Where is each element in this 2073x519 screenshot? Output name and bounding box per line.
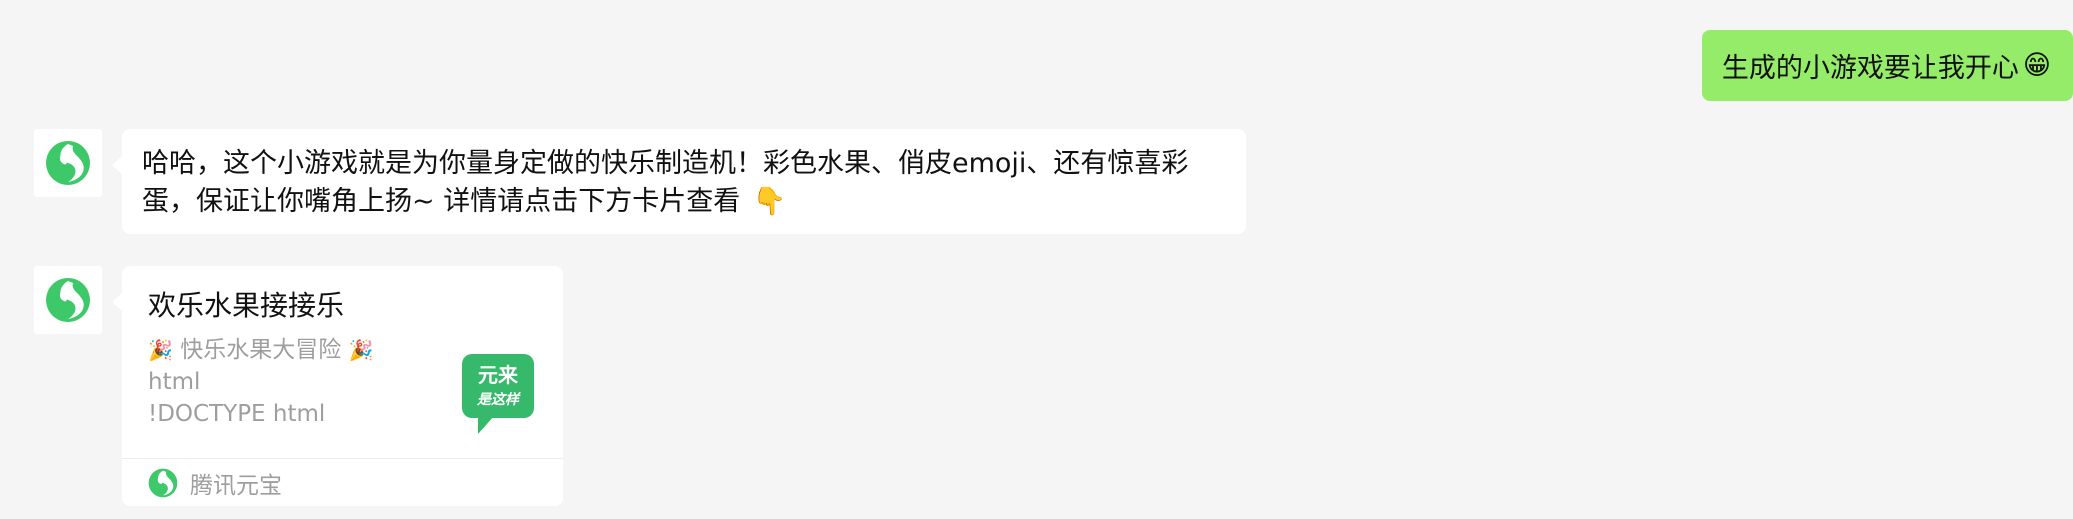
card-source-label: 腾讯元宝 <box>190 472 282 499</box>
card-title: 欢乐水果接接乐 <box>148 289 345 322</box>
bot-message-line-2-text: 蛋，保证让你嘴角上扬~ 详情请点击下方卡片查看 <box>142 186 741 217</box>
bot-avatar[interactable] <box>34 266 102 334</box>
bubble-tail <box>112 156 122 174</box>
bot-message-bubble[interactable]: 哈哈，这个小游戏就是为你量身定做的快乐制造机！彩色水果、俏皮emoji、还有惊喜… <box>122 129 1246 234</box>
user-message-text: 生成的小游戏要让我开心 <box>1721 53 2019 84</box>
party-popper-icon: 🎉 <box>348 338 374 362</box>
card-desc-line-3: !DOCTYPE html <box>148 401 326 427</box>
thumb-text-bottom: 是这样 <box>476 391 521 408</box>
grin-emoji-icon: 😁 <box>2022 50 2051 81</box>
bot-message-line-2: 蛋，保证让你嘴角上扬~ 详情请点击下方卡片查看 👇 <box>142 183 1226 221</box>
bubble-tail <box>112 293 122 311</box>
chat-window: 生成的小游戏要让我开心 😁 哈哈，这个小游戏就是为你量身定做的快乐制造机！彩色水… <box>0 0 2073 519</box>
thumb-text-top: 元来 <box>478 363 519 387</box>
card-footer: 腾讯元宝 <box>122 458 563 506</box>
user-message-bubble[interactable]: 生成的小游戏要让我开心 😁 <box>1701 30 2073 101</box>
card-subtitle: 快乐水果大冒险 <box>180 337 342 363</box>
card-description: 🎉 快乐水果大冒险 🎉 html !DOCTYPE html <box>148 334 438 430</box>
bot-avatar[interactable] <box>34 129 102 197</box>
yuanbao-logo-icon <box>46 278 90 322</box>
mini-program-card[interactable]: 欢乐水果接接乐 🎉 快乐水果大冒险 🎉 html !DOCTYPE html 元… <box>122 266 563 506</box>
card-desc-line-2: html <box>148 369 201 395</box>
party-popper-icon: 🎉 <box>148 338 173 362</box>
yuanbao-logo-icon <box>46 141 90 185</box>
pointing-down-emoji-icon: 👇 <box>752 186 787 217</box>
speech-bubble-logo-icon: 元来 是这样 <box>462 354 534 434</box>
bot-message-line-1: 哈哈，这个小游戏就是为你量身定做的快乐制造机！彩色水果、俏皮emoji、还有惊喜… <box>142 148 1189 179</box>
yuanbao-logo-icon <box>148 468 178 497</box>
card-subtitle-line: 🎉 快乐水果大冒险 🎉 <box>148 334 438 366</box>
